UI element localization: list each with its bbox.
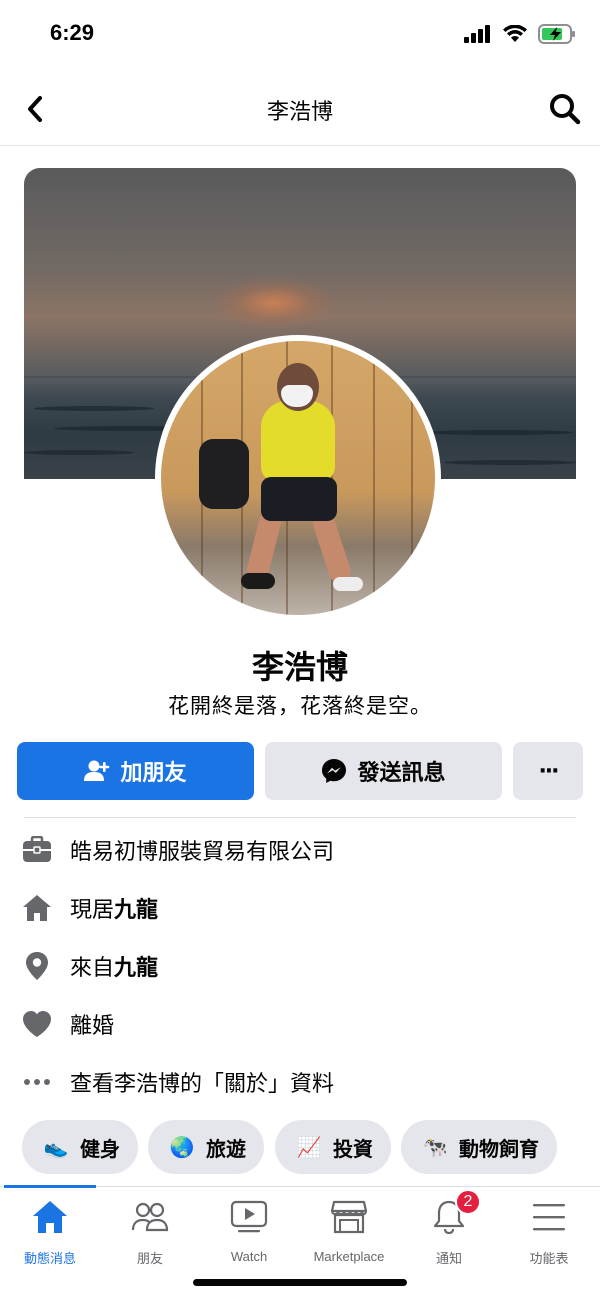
tab-label: 朋友 (136, 1251, 163, 1266)
messenger-icon (322, 759, 347, 783)
battery-charging-icon (538, 24, 575, 44)
cover-sun (214, 278, 334, 328)
cover-wave (34, 406, 154, 411)
home-icon (22, 893, 52, 923)
tab-notifications[interactable]: 2 通知 (399, 1189, 499, 1267)
signal-icon (464, 25, 490, 43)
info-about-link[interactable]: 查看李浩博的「關於」資料 (22, 1062, 334, 1102)
person-shorts (261, 477, 337, 521)
person-shoe (333, 577, 363, 591)
info-lives-text: 現居九龍 (70, 892, 158, 924)
search-icon (550, 94, 581, 125)
tab-menu[interactable]: 功能表 (499, 1197, 599, 1267)
more-dots-icon (22, 1067, 52, 1097)
interest-label: 旅遊 (206, 1136, 246, 1161)
top-nav-bar: 李浩博 (0, 72, 600, 146)
tab-label: 動態消息 (23, 1251, 76, 1266)
info-work-text: 皓易初博服裝貿易有限公司 (70, 840, 335, 865)
avatar-photo (161, 341, 435, 615)
add-friend-icon (84, 760, 110, 781)
profile-name: 李浩博 (251, 648, 348, 686)
status-time: 6:29 (50, 20, 95, 45)
person-torso (261, 401, 335, 481)
backpack (199, 439, 249, 509)
heart-icon (22, 1009, 52, 1039)
info-relationship-text: 離婚 (70, 1014, 115, 1039)
tab-label: 功能表 (529, 1251, 569, 1266)
active-tab-indicator (4, 1185, 96, 1188)
home-indicator[interactable] (193, 1279, 407, 1286)
cow-icon: 🐄 (422, 1135, 448, 1159)
marketplace-icon (329, 1197, 369, 1237)
cover-wave (444, 460, 576, 465)
interest-chip-travel[interactable]: 🌏 旅遊 (148, 1120, 264, 1174)
menu-icon (529, 1197, 569, 1236)
tab-label: Watch (230, 1249, 268, 1264)
tab-friends[interactable]: 朋友 (100, 1197, 200, 1267)
info-lives-place[interactable]: 九龍 (114, 898, 158, 923)
add-friend-label: 加朋友 (120, 761, 187, 786)
interest-label: 動物飼育 (459, 1136, 539, 1161)
search-button[interactable] (548, 92, 582, 126)
info-from-text: 來自九龍 (70, 950, 158, 982)
globe-icon: 🌏 (169, 1135, 195, 1159)
header-title: 李浩博 (266, 100, 333, 125)
more-options-button[interactable]: ··· (513, 742, 583, 800)
add-friend-button[interactable]: 加朋友 (17, 742, 254, 800)
notification-badge: 2 (455, 1189, 481, 1215)
send-message-button[interactable]: 發送訊息 (265, 742, 502, 800)
info-lives-in: 現居九龍 (22, 888, 158, 928)
profile-bio: 花開終是落，花落終是空。 (168, 694, 432, 718)
person-leg (310, 511, 354, 585)
interest-chip-animal-raising[interactable]: 🐄 動物飼育 (401, 1120, 557, 1174)
more-options-label: ··· (538, 758, 559, 784)
person-shoe (241, 573, 275, 589)
tab-news-feed[interactable]: 動態消息 (0, 1197, 100, 1267)
briefcase-icon (22, 835, 52, 865)
profile-avatar[interactable] (155, 335, 441, 621)
home-icon (30, 1197, 70, 1236)
sneaker-icon: 👟 (43, 1135, 69, 1159)
interest-chip-investing[interactable]: 📈 投資 (275, 1120, 391, 1174)
info-from: 來自九龍 (22, 946, 158, 986)
tab-marketplace[interactable]: Marketplace (299, 1197, 399, 1267)
tab-watch[interactable]: Watch (199, 1197, 299, 1267)
chart-up-icon: 📈 (296, 1135, 322, 1159)
friends-icon (130, 1197, 170, 1236)
info-relationship: 離婚 (22, 1004, 114, 1044)
locker-divider (373, 341, 375, 615)
info-work: 皓易初博服裝貿易有限公司 (22, 830, 334, 870)
status-icons (464, 24, 576, 44)
section-divider (24, 817, 576, 818)
wifi-icon (503, 25, 527, 42)
cover-wave (24, 450, 134, 455)
cover-wave (424, 430, 574, 435)
send-message-label: 發送訊息 (357, 761, 446, 786)
tab-label: Marketplace (313, 1249, 385, 1264)
info-from-prefix: 來自 (70, 956, 115, 981)
bell-icon: 2 (429, 1189, 481, 1236)
location-pin-icon (22, 951, 52, 981)
status-bar: 6:29 (0, 0, 600, 72)
interest-label: 健身 (80, 1136, 120, 1161)
watch-icon (229, 1197, 269, 1237)
locker-divider (411, 341, 413, 615)
interest-chip-fitness[interactable]: 👟 健身 (22, 1120, 138, 1174)
info-about-text: 查看李浩博的「關於」資料 (70, 1072, 335, 1097)
info-lives-prefix: 現居 (70, 898, 115, 923)
info-from-place[interactable]: 九龍 (114, 956, 158, 981)
tab-label: 通知 (435, 1251, 462, 1266)
interest-label: 投資 (333, 1136, 373, 1161)
